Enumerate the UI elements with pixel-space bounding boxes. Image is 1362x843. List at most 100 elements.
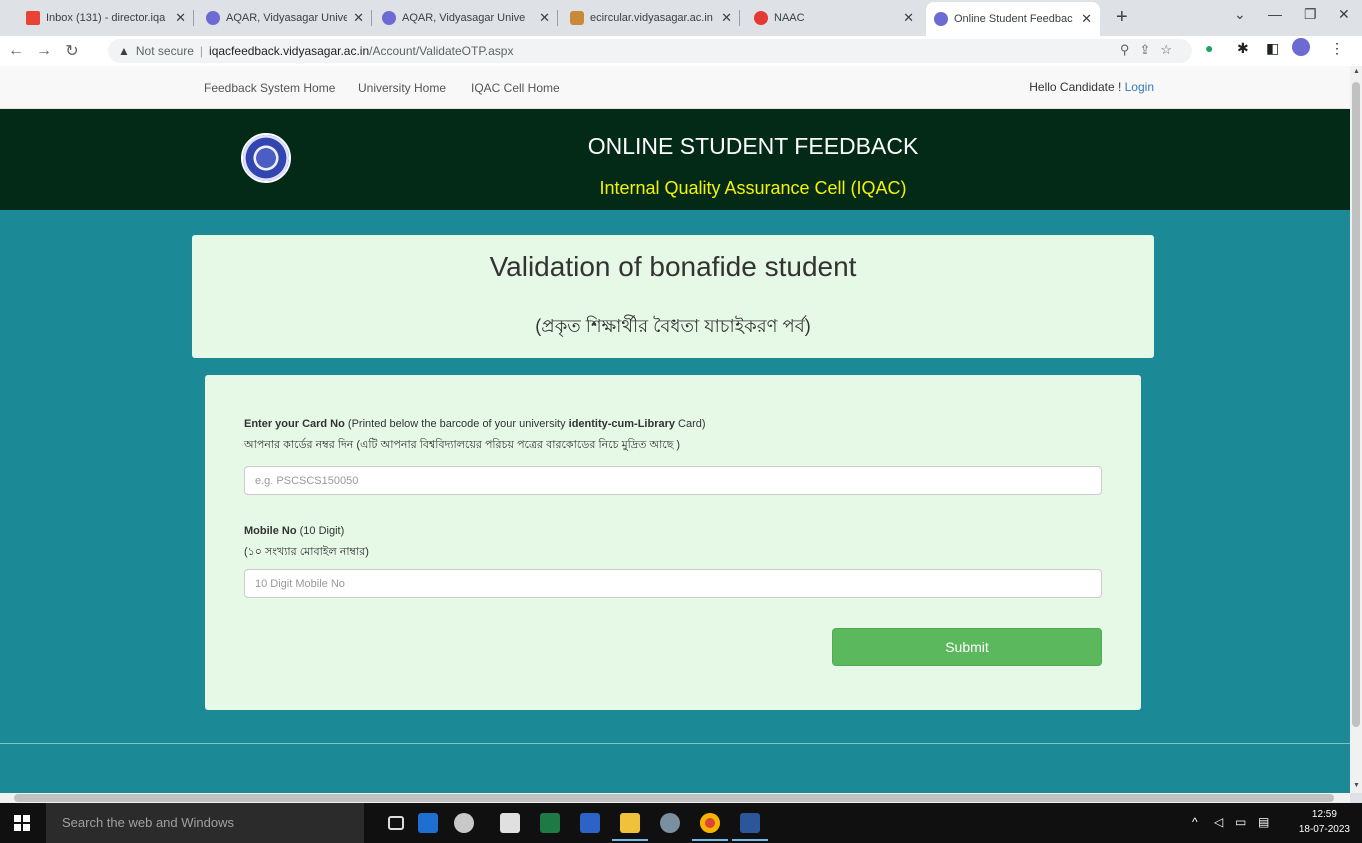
task-view-icon[interactable] <box>388 816 404 830</box>
nav-link-university-home[interactable]: University Home <box>358 81 446 95</box>
word-icon[interactable] <box>732 813 768 841</box>
mobile-label-bold: Mobile No <box>244 525 297 537</box>
browser-tab-strip: Inbox (131) - director.iqa ✕ AQAR, Vidya… <box>0 0 1362 36</box>
ecircular-icon <box>570 11 584 25</box>
clock-time: 12:59 <box>1311 809 1337 820</box>
card-type-bold: identity-cum-Library <box>568 418 675 430</box>
page-title: Validation of bonafide student <box>489 251 857 282</box>
close-tab-icon[interactable]: ✕ <box>353 10 364 26</box>
submit-button[interactable]: Submit <box>832 628 1102 666</box>
grammarly-extension-icon[interactable]: ● <box>1205 40 1213 56</box>
side-panel-icon[interactable]: ◧ <box>1266 40 1279 57</box>
close-tab-icon[interactable]: ✕ <box>539 10 550 26</box>
card-no-label: Enter your Card No (Printed below the ba… <box>244 418 706 430</box>
tab-title: ecircular.vidyasagar.ac.in <box>590 12 713 24</box>
tab-title: AQAR, Vidyasagar Unive <box>226 12 348 24</box>
bookmark-star-icon[interactable]: ☆ <box>1160 42 1182 57</box>
restore-icon[interactable]: ❐ <box>1304 6 1317 23</box>
tab-search-icon[interactable]: ⌄ <box>1234 6 1246 23</box>
gmail-icon <box>26 11 40 25</box>
paint-icon[interactable] <box>454 813 474 833</box>
minimize-icon[interactable]: — <box>1268 6 1282 22</box>
banner-title: ONLINE STUDENT FEEDBACK <box>587 133 919 159</box>
notifications-icon[interactable]: ▤ <box>1258 815 1269 829</box>
calculator-icon[interactable] <box>500 813 520 833</box>
card-no-label-text: (Printed below the barcode of your unive… <box>344 418 569 430</box>
nav-link-iqac-home[interactable]: IQAC Cell Home <box>471 81 560 95</box>
university-seal-icon <box>934 12 948 26</box>
university-seal-icon <box>206 11 220 25</box>
vertical-scrollbar[interactable]: ▲ ▼ <box>1350 66 1362 793</box>
horizontal-scrollbar[interactable] <box>0 793 1350 803</box>
scroll-down-arrow-icon[interactable]: ▼ <box>1353 782 1360 789</box>
banner-subtitle: Internal Quality Assurance Cell (IQAC) <box>599 178 907 198</box>
url-path: /Account/ValidateOTP.aspx <box>369 44 514 58</box>
show-hidden-icons-icon[interactable]: ^ <box>1192 815 1198 829</box>
card-no-input[interactable] <box>244 466 1102 495</box>
url-text[interactable]: iqacfeedback.vidyasagar.ac.in/Account/Va… <box>209 44 513 58</box>
naac-icon <box>754 11 768 25</box>
mobile-label-text: (10 Digit) <box>296 525 345 537</box>
tab-aqar-2[interactable]: AQAR, Vidyasagar Unive ✕ <box>374 4 558 32</box>
horizontal-scroll-thumb[interactable] <box>14 794 1334 802</box>
edge-browser-icon[interactable] <box>418 813 438 833</box>
card-no-label-bold: Enter your Card No <box>244 418 345 430</box>
page-viewport: Feedback System Home University Home IQA… <box>0 66 1350 793</box>
forward-icon[interactable]: → <box>32 42 56 60</box>
login-link[interactable]: Login <box>1125 80 1154 94</box>
tab-gmail-inbox[interactable]: Inbox (131) - director.iqa ✕ <box>18 4 194 32</box>
windows-taskbar: Search the web and Windows ^ ◁ ▭ ▤ 12:59… <box>0 803 1362 843</box>
profile-avatar[interactable] <box>1292 38 1310 56</box>
tab-title: Inbox (131) - director.iqa <box>46 12 166 24</box>
app-icon[interactable] <box>660 813 680 833</box>
close-tab-icon[interactable]: ✕ <box>721 10 732 26</box>
warning-icon[interactable]: ▲ <box>118 44 130 58</box>
validation-form: Enter your Card No (Printed below the ba… <box>205 375 1141 710</box>
browser-menu-icon[interactable]: ⋮ <box>1330 40 1344 57</box>
address-divider: | <box>199 44 204 58</box>
tab-ecircular[interactable]: ecircular.vidyasagar.ac.in ✕ <box>562 4 740 32</box>
nav-link-feedback-home[interactable]: Feedback System Home <box>204 81 335 95</box>
volume-muted-icon[interactable]: ◁ <box>1214 815 1223 829</box>
share-icon[interactable]: ⇪ <box>1139 42 1160 57</box>
system-clock[interactable]: 12:59 18-07-2023 <box>1299 807 1350 837</box>
chrome-icon[interactable] <box>692 813 728 841</box>
tab-title: Online Student Feedbac <box>954 13 1073 25</box>
back-icon[interactable]: ← <box>4 42 28 60</box>
file-explorer-icon[interactable] <box>612 813 648 841</box>
close-tab-icon[interactable]: ✕ <box>1081 11 1092 27</box>
windows-start-icon[interactable] <box>14 815 30 831</box>
user-greeting: Hello Candidate ! Login <box>1029 80 1154 94</box>
address-bar[interactable]: ▲ Not secure | iqacfeedback.vidyasagar.a… <box>108 39 1192 63</box>
mobile-label: Mobile No (10 Digit) <box>244 525 344 537</box>
vertical-scroll-thumb[interactable] <box>1352 82 1360 727</box>
close-tab-icon[interactable]: ✕ <box>903 10 914 26</box>
window-close-icon[interactable]: ✕ <box>1338 6 1350 23</box>
footer-divider <box>0 743 1350 744</box>
card-no-label-end: Card) <box>675 418 706 430</box>
page-subtitle-bengali: (প্রকৃত শিক্ষার্থীর বৈধতা যাচাইকরণ পর্ব) <box>535 316 811 336</box>
onenote-icon[interactable] <box>580 813 600 833</box>
zoom-icon[interactable]: ⚲ <box>1120 42 1140 57</box>
tab-naac[interactable]: NAAC ✕ <box>746 4 922 32</box>
tab-title: AQAR, Vidyasagar Unive <box>402 12 526 24</box>
validation-header-card: Validation of bonafide student (প্রকৃত শ… <box>192 235 1154 358</box>
tab-aqar-1[interactable]: AQAR, Vidyasagar Unive ✕ <box>198 4 372 32</box>
omnibox-actions: ⚲⇪☆ <box>1120 42 1182 58</box>
scroll-up-arrow-icon[interactable]: ▲ <box>1353 68 1360 75</box>
close-tab-icon[interactable]: ✕ <box>175 10 186 26</box>
extensions-puzzle-icon[interactable]: ✱ <box>1237 40 1249 57</box>
mobile-label-bengali: (১০ সংখ্যার মোবাইল নাম্বার) <box>244 546 369 558</box>
greeting-text: Hello Candidate ! <box>1029 80 1125 94</box>
site-banner: ONLINE STUDENT FEEDBACK Internal Quality… <box>0 109 1350 210</box>
university-seal-icon <box>382 11 396 25</box>
taskbar-search-box[interactable]: Search the web and Windows <box>46 803 364 843</box>
mobile-no-input[interactable] <box>244 569 1102 598</box>
reload-icon[interactable]: ↻ <box>60 41 84 61</box>
tab-online-student-feedback[interactable]: Online Student Feedbac ✕ <box>926 2 1100 36</box>
clock-date: 18-07-2023 <box>1298 824 1350 835</box>
security-label[interactable]: Not secure <box>136 44 194 58</box>
excel-icon[interactable] <box>540 813 560 833</box>
network-icon[interactable]: ▭ <box>1235 815 1246 829</box>
new-tab-icon[interactable]: + <box>1116 6 1128 29</box>
